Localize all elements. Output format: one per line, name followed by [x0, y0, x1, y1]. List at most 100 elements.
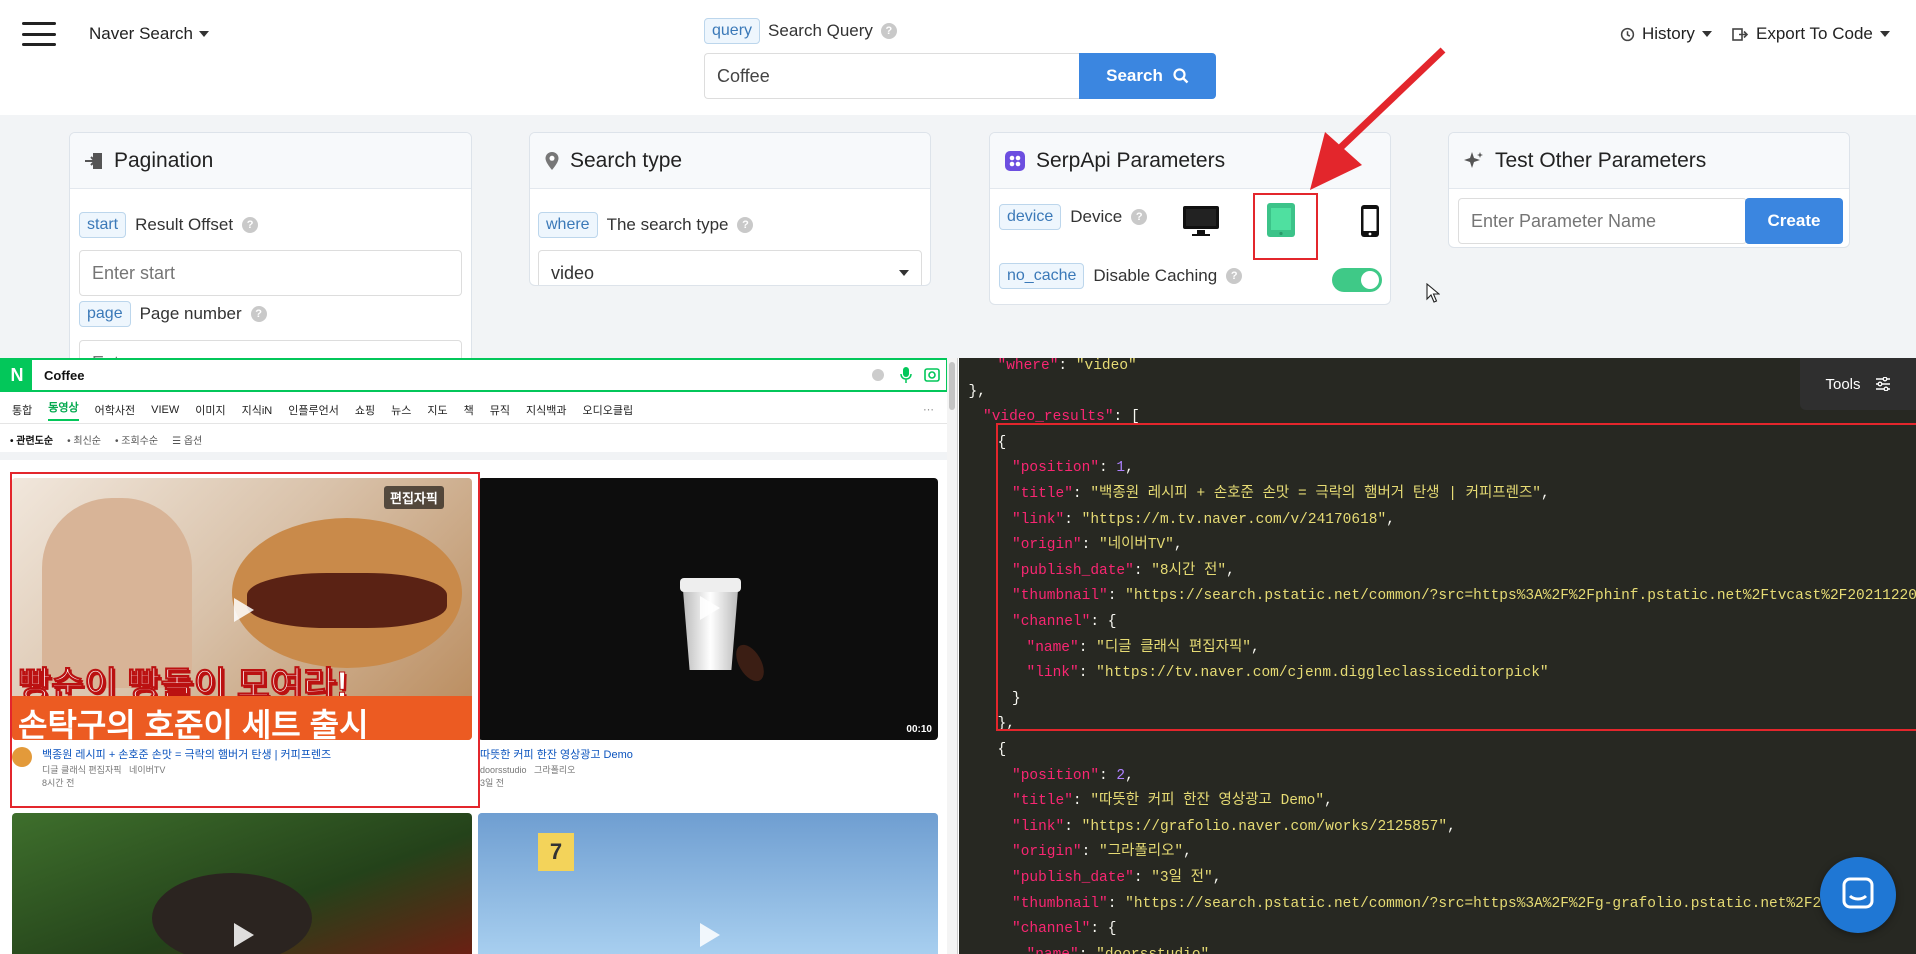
engine-label: Naver Search: [89, 24, 193, 43]
caret-down-icon: [1879, 31, 1890, 37]
json-line: "origin": "그라폴리오",: [1012, 844, 1192, 861]
chat-bubble-icon[interactable]: [1820, 857, 1896, 933]
serpapi-title: SerpApi Parameters: [1036, 148, 1226, 172]
map-pin-icon: [545, 151, 559, 170]
play-icon: [700, 923, 720, 947]
tab-view[interactable]: VIEW: [151, 404, 179, 416]
mouse-cursor-icon: [1426, 283, 1440, 303]
query-label-row: query Search Query ?: [704, 18, 897, 44]
sort-options[interactable]: ☰ 옵션: [172, 432, 202, 447]
naver-query: Coffee: [44, 367, 85, 383]
caret-down-icon: [198, 31, 209, 37]
caret-down-icon: [1701, 31, 1712, 37]
lens-icon[interactable]: [924, 368, 940, 382]
tab-kin[interactable]: 지식iN: [242, 402, 273, 418]
tab-book[interactable]: 책: [464, 402, 474, 418]
sort-latest[interactable]: • 최신순: [67, 432, 101, 447]
history-menu[interactable]: History: [1620, 24, 1712, 44]
pagination-card: Pagination start Result Offset ? page Pa…: [69, 132, 472, 372]
tab-map[interactable]: 지도: [427, 402, 447, 418]
export-menu[interactable]: Export To Code: [1732, 24, 1890, 44]
json-line: "position": 2,: [1012, 767, 1134, 784]
calendar-icon: 7: [538, 833, 574, 871]
naver-search-bar[interactable]: N Coffee: [0, 358, 948, 392]
clear-icon[interactable]: [872, 369, 884, 381]
start-label-row: start Result Offset ?: [79, 212, 259, 238]
search-button-label: Search: [1106, 66, 1163, 85]
pagination-title: Pagination: [114, 148, 214, 172]
sliders-icon: [1875, 377, 1890, 391]
tab-audioclip[interactable]: 오디오클립: [582, 402, 633, 418]
device-label: Device: [1070, 207, 1123, 226]
desktop-icon[interactable]: [1182, 205, 1220, 237]
help-icon[interactable]: ?: [242, 217, 259, 233]
where-value: video: [551, 262, 595, 283]
video-thumbnail-4[interactable]: 7: [478, 813, 938, 954]
video-date-2: 3일 전: [480, 778, 505, 788]
engine-selector[interactable]: Naver Search: [89, 24, 209, 44]
query-tag: query: [704, 18, 761, 44]
search-button[interactable]: Search: [1079, 53, 1216, 99]
tab-music[interactable]: 뮤직: [490, 402, 510, 418]
other-params-card: Test Other Parameters Create: [1448, 132, 1850, 248]
video-meta-2: doorsstudio 그라폴리오: [480, 765, 576, 775]
app-root: Naver Search query Search Query ? Search…: [0, 0, 1916, 954]
no-cache-toggle[interactable]: [1332, 268, 1382, 292]
where-label: The search type: [606, 215, 729, 234]
sort-views[interactable]: • 조회수순: [115, 432, 158, 447]
more-icon[interactable]: ⋯: [923, 403, 934, 416]
tools-label: Tools: [1825, 375, 1861, 393]
json-line: },: [968, 383, 986, 400]
no-cache-label-row: no_cache Disable Caching ?: [999, 263, 1243, 289]
tab-all[interactable]: 통합: [12, 402, 32, 418]
json-line: "link": "https://grafolio.naver.com/work…: [1012, 818, 1456, 835]
help-icon[interactable]: ?: [880, 23, 897, 39]
first-json-result-highlight-box: [996, 423, 1916, 731]
no-cache-tag: no_cache: [999, 263, 1085, 289]
sparkle-icon: [1464, 151, 1483, 168]
start-input[interactable]: [79, 250, 462, 296]
history-icon: [1620, 27, 1635, 41]
help-icon[interactable]: ?: [250, 306, 267, 322]
no-cache-label: Disable Caching: [1093, 266, 1218, 285]
tab-video[interactable]: 동영상: [48, 399, 79, 421]
query-label: Search Query: [768, 21, 873, 40]
video-duration-2: 00:10: [906, 724, 932, 735]
video-title-2[interactable]: 따뜻한 커피 한잔 영상광고 Demo: [480, 746, 633, 762]
page-tag: page: [79, 301, 131, 327]
tools-button[interactable]: Tools: [1800, 358, 1916, 410]
naver-sort-bar: • 관련도순 • 최신순 • 조회수순 ☰ 옵션: [0, 426, 948, 460]
device-tag: device: [999, 204, 1062, 230]
tab-encyclopedia[interactable]: 지식백과: [526, 402, 566, 418]
help-icon[interactable]: ?: [1131, 209, 1148, 225]
menu-icon[interactable]: [22, 22, 56, 46]
create-button[interactable]: Create: [1745, 198, 1843, 244]
tab-dictionary[interactable]: 어학사전: [95, 402, 135, 418]
tab-shopping[interactable]: 쇼핑: [355, 402, 375, 418]
naver-tabs: 통합 동영상 어학사전 VIEW 이미지 지식iN 인플루언서 쇼핑 뉴스 지도…: [0, 396, 948, 424]
microphone-icon[interactable]: [900, 367, 912, 383]
where-select[interactable]: video: [538, 250, 922, 285]
video-result-2[interactable]: 00:10 따뜻한 커피 한잔 영상광고 Demo doorsstudio 그라…: [478, 478, 940, 788]
search-query-input[interactable]: [704, 53, 1079, 99]
help-icon[interactable]: ?: [1226, 268, 1243, 284]
tab-image[interactable]: 이미지: [195, 402, 225, 418]
play-icon: [700, 596, 720, 620]
tab-influencer[interactable]: 인플루언서: [288, 402, 339, 418]
parameter-name-input[interactable]: [1458, 198, 1747, 244]
sort-relevance[interactable]: • 관련도순: [10, 432, 53, 447]
play-icon: [234, 923, 254, 947]
json-line: "thumbnail": "https://search.pstatic.net…: [1012, 895, 1882, 912]
video-thumbnail-2[interactable]: 00:10: [478, 478, 938, 740]
search-type-card: Search type where The search type ? vide…: [529, 132, 931, 286]
start-tag: start: [79, 212, 127, 238]
video-thumbnail-3[interactable]: [12, 813, 472, 954]
tab-news[interactable]: 뉴스: [391, 402, 411, 418]
pagination-header: Pagination: [70, 133, 471, 189]
page-label-row: page Page number ?: [79, 301, 267, 327]
first-video-highlight-box: [10, 472, 480, 808]
naver-scrollbar[interactable]: [947, 358, 957, 954]
help-icon[interactable]: ?: [737, 217, 754, 233]
json-line: "where": "video": [997, 358, 1137, 374]
where-label-row: where The search type ?: [538, 212, 754, 238]
